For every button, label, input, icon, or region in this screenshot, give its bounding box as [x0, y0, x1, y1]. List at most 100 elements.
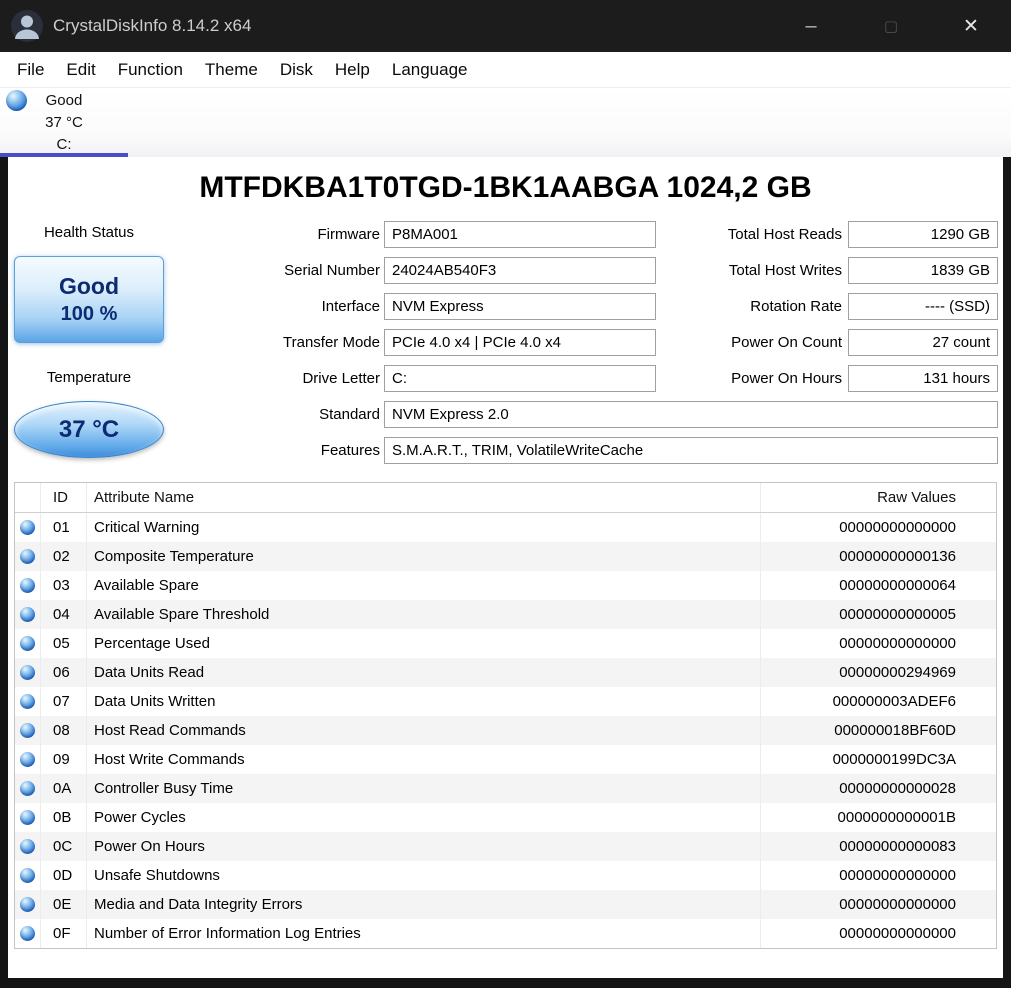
smart-attribute-name: Critical Warning — [87, 513, 761, 542]
smart-attribute-name: Number of Error Information Log Entries — [87, 919, 761, 948]
rotation-rate-label: Rotation Rate — [750, 298, 842, 315]
smart-table-row[interactable]: 01 Critical Warning 00000000000000 — [15, 513, 996, 542]
smart-table-row[interactable]: 0C Power On Hours 00000000000083 — [15, 832, 996, 861]
total-host-reads-field[interactable]: 1290 GB — [848, 221, 998, 248]
smart-table-row[interactable]: 0B Power Cycles 0000000000001B — [15, 803, 996, 832]
smart-raw-value: 0000000000001B — [837, 809, 956, 826]
menu-item-language[interactable]: Language — [381, 52, 479, 87]
power-on-count-field[interactable]: 27 count — [848, 329, 998, 356]
smart-table-row[interactable]: 02 Composite Temperature 00000000000136 — [15, 542, 996, 571]
temperature-indicator[interactable]: 37 °C — [14, 401, 164, 458]
status-orb-icon — [15, 832, 41, 861]
drive-letter-field[interactable]: C: — [384, 365, 656, 392]
menu-item-edit[interactable]: Edit — [55, 52, 106, 87]
status-orb-icon — [15, 919, 41, 948]
menu-item-file[interactable]: File — [6, 52, 55, 87]
smart-attribute-name: Unsafe Shutdowns — [87, 861, 761, 890]
smart-attribute-name: Power Cycles — [87, 803, 761, 832]
standard-field[interactable]: NVM Express 2.0 — [384, 401, 998, 428]
status-orb-icon — [15, 803, 41, 832]
smart-table-row[interactable]: 06 Data Units Read 00000000294969 — [15, 658, 996, 687]
rotation-rate-field[interactable]: ---- (SSD) — [848, 293, 998, 320]
status-orb-icon — [15, 600, 41, 629]
transfer-mode-field[interactable]: PCIe 4.0 x4 | PCIe 4.0 x4 — [384, 329, 656, 356]
main-panel: MTFDKBA1T0TGD-1BK1AABGA 1024,2 GB Health… — [8, 157, 1003, 978]
power-on-count-label: Power On Count — [731, 334, 842, 351]
drive-tab-temperature: 37 °C — [45, 114, 83, 131]
app-window: CrystalDiskInfo 8.14.2 x64 – ▢ ✕ File Ed… — [0, 0, 1011, 988]
smart-attribute-id: 03 — [41, 571, 87, 600]
window-controls: – ▢ ✕ — [771, 0, 1011, 52]
menu-item-help[interactable]: Help — [324, 52, 381, 87]
smart-table-row[interactable]: 0E Media and Data Integrity Errors 00000… — [15, 890, 996, 919]
interface-field[interactable]: NVM Express — [384, 293, 656, 320]
smart-header-id: ID — [41, 483, 87, 512]
smart-attribute-name: Available Spare — [87, 571, 761, 600]
status-orb-icon — [15, 716, 41, 745]
smart-table-row[interactable]: 0A Controller Busy Time 00000000000028 — [15, 774, 996, 803]
smart-table-row[interactable]: 09 Host Write Commands 0000000199DC3A — [15, 745, 996, 774]
smart-table: ID Attribute Name Raw Values 01 Critical… — [14, 482, 997, 949]
health-status-indicator[interactable]: Good 100 % — [14, 256, 164, 343]
menu-item-disk[interactable]: Disk — [269, 52, 324, 87]
smart-attribute-name: Data Units Read — [87, 658, 761, 687]
smart-attribute-id: 04 — [41, 600, 87, 629]
smart-attribute-id: 07 — [41, 687, 87, 716]
smart-attribute-id: 0D — [41, 861, 87, 890]
window-titlebar[interactable]: CrystalDiskInfo 8.14.2 x64 – ▢ ✕ — [0, 0, 1011, 52]
smart-attribute-id: 05 — [41, 629, 87, 658]
smart-raw-value: 00000000000136 — [839, 548, 956, 565]
features-field[interactable]: S.M.A.R.T., TRIM, VolatileWriteCache — [384, 437, 998, 464]
drive-tab-strip: Good 37 °C C: — [0, 87, 1011, 157]
smart-attribute-name: Percentage Used — [87, 629, 761, 658]
smart-table-row[interactable]: 04 Available Spare Threshold 00000000000… — [15, 600, 996, 629]
health-status-percent: 100 % — [60, 303, 118, 325]
smart-attribute-name: Host Read Commands — [87, 716, 761, 745]
interface-label: Interface — [321, 298, 380, 315]
status-orb-icon — [15, 571, 41, 600]
features-label: Features — [320, 442, 380, 459]
total-host-writes-field[interactable]: 1839 GB — [848, 257, 998, 284]
smart-table-body: 01 Critical Warning 00000000000000 02 Co… — [15, 513, 996, 948]
minimize-button[interactable]: – — [771, 0, 851, 52]
serial-number-field[interactable]: 24024AB540F3 — [384, 257, 656, 284]
status-orb-icon — [15, 774, 41, 803]
smart-table-row[interactable]: 0F Number of Error Information Log Entri… — [15, 919, 996, 948]
power-on-hours-field[interactable]: 131 hours — [848, 365, 998, 392]
status-orb-icon — [15, 542, 41, 571]
app-icon[interactable] — [10, 9, 44, 43]
smart-table-row[interactable]: 07 Data Units Written 000000003ADEF6 — [15, 687, 996, 716]
smart-attribute-id: 0F — [41, 919, 87, 948]
total-host-reads-label: Total Host Reads — [727, 226, 842, 243]
status-orb-icon — [15, 861, 41, 890]
smart-attribute-id: 0E — [41, 890, 87, 919]
maximize-button[interactable]: ▢ — [851, 0, 931, 52]
standard-label: Standard — [319, 406, 380, 423]
smart-raw-value: 00000000000000 — [839, 925, 956, 942]
smart-attribute-name: Available Spare Threshold — [87, 600, 761, 629]
smart-raw-value: 000000003ADEF6 — [832, 693, 956, 710]
close-button[interactable]: ✕ — [931, 0, 1011, 52]
menu-item-theme[interactable]: Theme — [194, 52, 269, 87]
smart-table-row[interactable]: 05 Percentage Used 00000000000000 — [15, 629, 996, 658]
smart-raw-value: 00000000000083 — [839, 838, 956, 855]
health-status-value: Good — [58, 273, 120, 299]
smart-attribute-name: Data Units Written — [87, 687, 761, 716]
smart-attribute-id: 09 — [41, 745, 87, 774]
drive-tab-c[interactable]: Good 37 °C C: — [0, 88, 128, 157]
serial-number-label: Serial Number — [284, 262, 380, 279]
smart-raw-value: 00000000000000 — [839, 519, 956, 536]
firmware-field[interactable]: P8MA001 — [384, 221, 656, 248]
smart-raw-value: 00000000000005 — [839, 606, 956, 623]
smart-attribute-id: 02 — [41, 542, 87, 571]
status-orb-icon — [15, 658, 41, 687]
smart-table-row[interactable]: 03 Available Spare 00000000000064 — [15, 571, 996, 600]
smart-header-name: Attribute Name — [87, 483, 761, 512]
smart-raw-value: 00000000294969 — [839, 664, 956, 681]
smart-table-row[interactable]: 08 Host Read Commands 000000018BF60D — [15, 716, 996, 745]
menu-item-function[interactable]: Function — [107, 52, 194, 87]
smart-attribute-name: Host Write Commands — [87, 745, 761, 774]
smart-attribute-name: Composite Temperature — [87, 542, 761, 571]
smart-raw-value: 00000000000000 — [839, 867, 956, 884]
smart-table-row[interactable]: 0D Unsafe Shutdowns 00000000000000 — [15, 861, 996, 890]
